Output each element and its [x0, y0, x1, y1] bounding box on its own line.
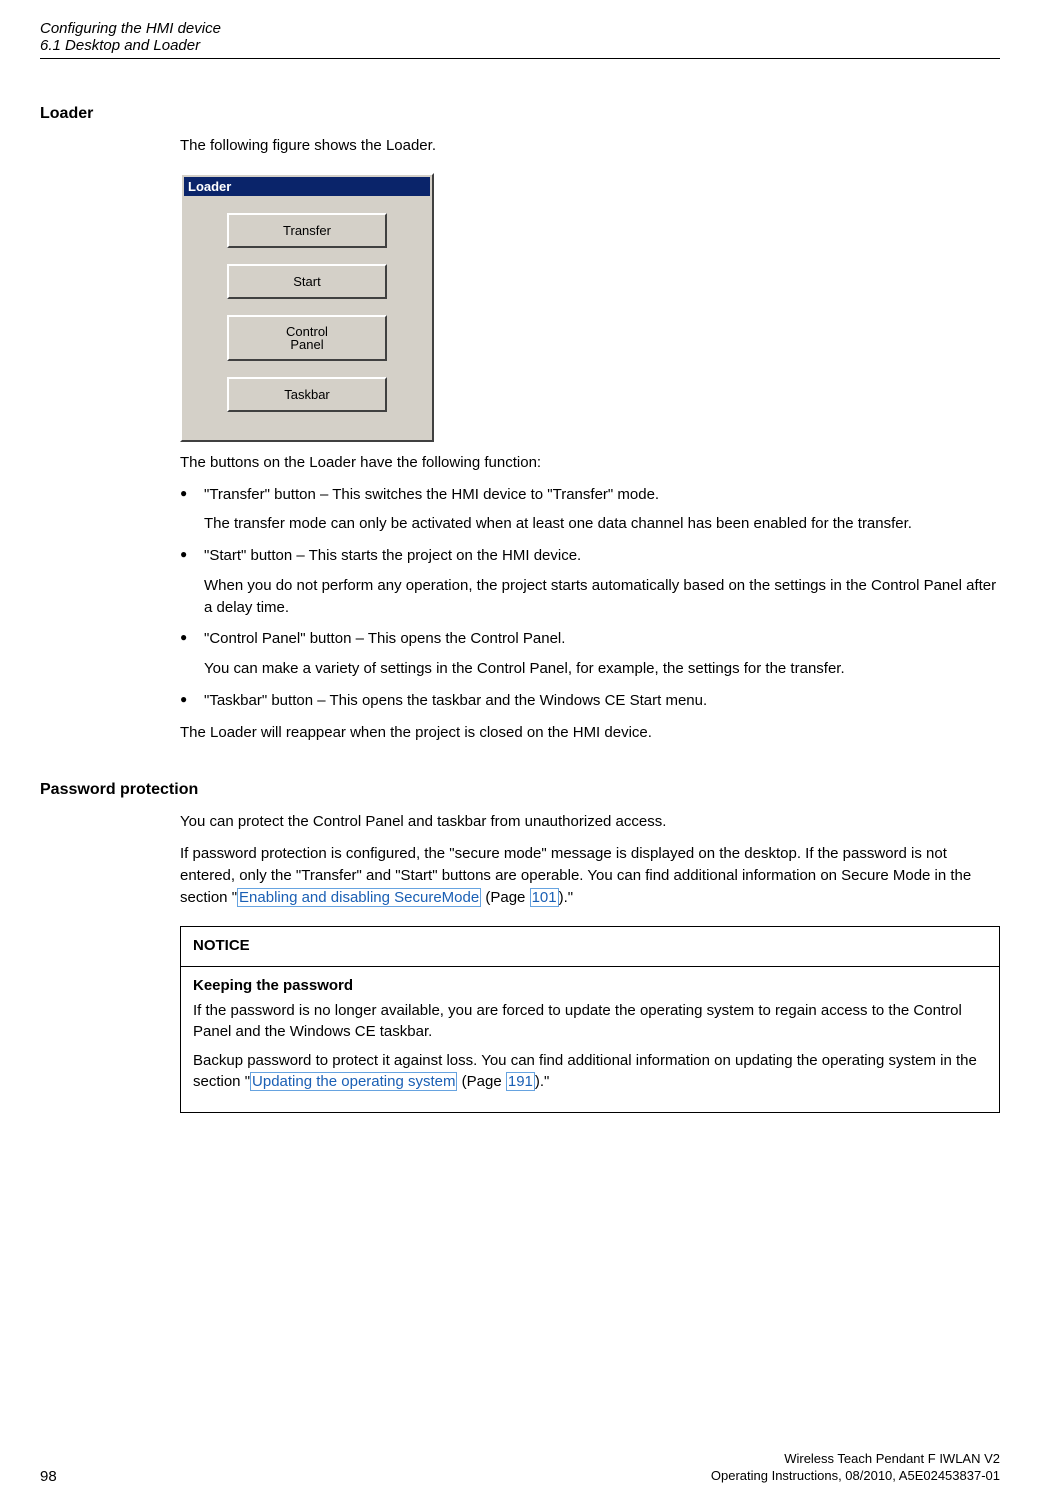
bullet-main: "Start" button – This starts the project… — [204, 547, 581, 564]
bullet-sub: The transfer mode can only be activated … — [204, 513, 1000, 535]
password-para2-end: )." — [559, 889, 574, 906]
list-item: "Control Panel" button – This opens the … — [180, 628, 1000, 680]
bullet-main: "Taskbar" button – This opens the taskba… — [204, 692, 707, 709]
bullet-sub: When you do not perform any operation, t… — [204, 575, 1000, 619]
loader-control-line2: Panel — [290, 337, 323, 352]
password-para1: You can protect the Control Panel and ta… — [180, 811, 1000, 833]
bullet-main: "Control Panel" button – This opens the … — [204, 630, 565, 647]
loader-bullet-list: "Transfer" button – This switches the HM… — [180, 484, 1000, 712]
loader-transfer-button[interactable]: Transfer — [227, 213, 387, 248]
list-item: "Taskbar" button – This opens the taskba… — [180, 690, 1000, 712]
loader-window: Loader Transfer Start Control Panel Task… — [180, 173, 434, 442]
notice-box: NOTICE Keeping the password If the passw… — [180, 926, 1000, 1113]
heading-loader: Loader — [40, 105, 1040, 123]
heading-password: Password protection — [40, 781, 1040, 799]
list-item: "Transfer" button – This switches the HM… — [180, 484, 1000, 536]
link-page-191[interactable]: 191 — [506, 1072, 535, 1091]
footer-page-number: 98 — [40, 1468, 57, 1485]
notice-text1: If the password is no longer available, … — [193, 1000, 987, 1042]
notice-text2-end: )." — [535, 1073, 550, 1090]
loader-after-figure: The buttons on the Loader have the follo… — [180, 452, 1000, 474]
bullet-main: "Transfer" button – This switches the HM… — [204, 486, 659, 503]
password-para2: If password protection is configured, th… — [180, 843, 1000, 908]
loader-closing: The Loader will reappear when the projec… — [180, 722, 1000, 744]
notice-text2: Backup password to protect it against lo… — [193, 1050, 987, 1092]
password-para2-mid: (Page — [481, 889, 529, 906]
list-item: "Start" button – This starts the project… — [180, 545, 1000, 618]
bullet-sub: You can make a variety of settings in th… — [204, 658, 1000, 680]
loader-taskbar-button[interactable]: Taskbar — [227, 377, 387, 412]
loader-intro: The following figure shows the Loader. — [180, 135, 1000, 157]
link-updating-os[interactable]: Updating the operating system — [250, 1072, 457, 1091]
link-secure-mode[interactable]: Enabling and disabling SecureMode — [237, 888, 481, 907]
notice-text2-mid: (Page — [457, 1073, 505, 1090]
footer-product: Wireless Teach Pendant F IWLAN V2 — [40, 1451, 1000, 1468]
header-section: 6.1 Desktop and Loader — [40, 37, 1000, 59]
loader-window-title: Loader — [183, 176, 431, 197]
footer-docref: Operating Instructions, 08/2010, A5E0245… — [40, 1468, 1000, 1485]
notice-title: NOTICE — [193, 937, 987, 954]
header-chapter: Configuring the HMI device — [40, 20, 1000, 37]
footer: Wireless Teach Pendant F IWLAN V2 Operat… — [0, 1451, 1040, 1485]
link-page-101[interactable]: 101 — [530, 888, 559, 907]
loader-start-button[interactable]: Start — [227, 264, 387, 299]
notice-subtitle: Keeping the password — [193, 977, 987, 994]
loader-control-panel-button[interactable]: Control Panel — [227, 315, 387, 361]
